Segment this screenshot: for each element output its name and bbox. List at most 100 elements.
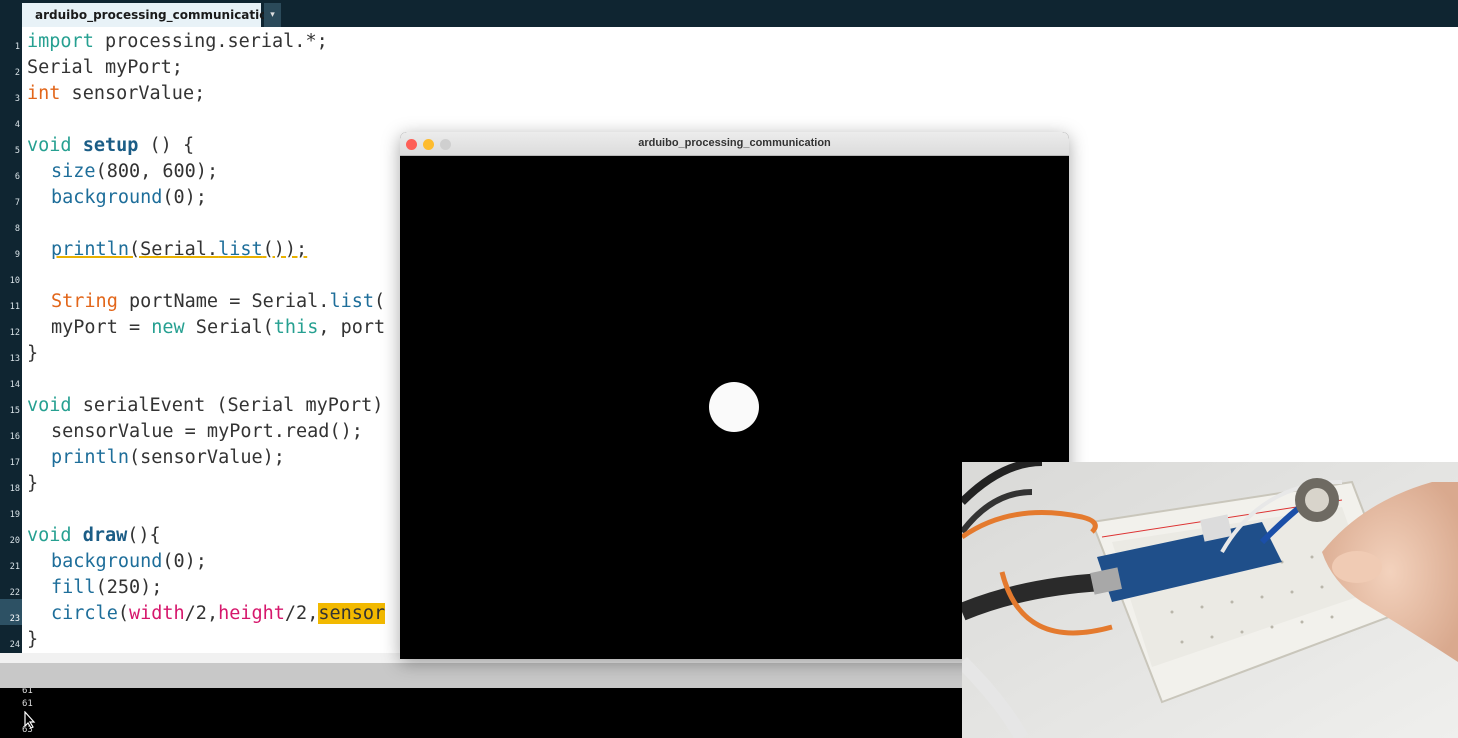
code-line: } xyxy=(27,341,38,367)
code-line: background(0); xyxy=(51,185,207,211)
line-number: 5 xyxy=(14,146,20,156)
line-number: 21 xyxy=(9,562,20,572)
line-number: 17 xyxy=(9,458,20,468)
code-token: /2, xyxy=(184,603,219,624)
code-token: myPort = xyxy=(51,317,152,338)
code-token: background xyxy=(51,551,163,572)
line-number: 13 xyxy=(9,354,20,364)
code-token: ( xyxy=(117,603,129,624)
line-number-current: 23 xyxy=(9,614,20,624)
code-token: , port xyxy=(318,317,386,338)
code-token: list xyxy=(329,291,375,312)
code-line: myPort = new Serial(this, port xyxy=(51,315,385,341)
code-line: } xyxy=(27,471,38,497)
code-token: ( xyxy=(374,291,386,312)
code-token: portName = Serial. xyxy=(117,291,330,312)
code-line: background(0); xyxy=(51,549,207,575)
code-token: background xyxy=(51,187,163,208)
line-number: 16 xyxy=(9,432,20,442)
code-token: sensorValue = myPort.read(); xyxy=(51,421,363,442)
camera-photo-arduino-breadboard xyxy=(962,462,1458,738)
code-line: import processing.serial.*; xyxy=(27,29,328,55)
code-line: void setup () { xyxy=(27,133,194,159)
line-number: 20 xyxy=(9,536,20,546)
code-line: int sensorValue; xyxy=(27,81,205,107)
code-token: (Serial. xyxy=(128,239,219,260)
line-number-gutter: 1 2 3 4 5 6 7 8 9 10 11 12 13 14 15 16 1… xyxy=(0,27,22,653)
line-number: 12 xyxy=(9,328,20,338)
line-number: 10 xyxy=(9,276,20,286)
code-token: () { xyxy=(138,135,195,156)
line-number: 15 xyxy=(9,406,20,416)
code-token: processing.serial.*; xyxy=(93,31,328,52)
code-token: height xyxy=(218,603,285,624)
code-token: void xyxy=(27,395,72,416)
code-line: Serial myPort; xyxy=(27,55,183,81)
code-token: draw xyxy=(82,525,128,546)
code-line-current: circle(width/2,height/2,sensor xyxy=(51,601,386,627)
sketch-window-title: arduibo_processing_communication xyxy=(638,137,831,149)
line-number: 11 xyxy=(9,302,20,312)
sketch-window-titlebar[interactable]: arduibo_processing_communication xyxy=(400,132,1069,156)
code-token: size xyxy=(51,161,96,182)
code-token: list xyxy=(218,239,263,260)
code-line: void serialEvent (Serial myPort) xyxy=(27,393,383,419)
code-token: (0); xyxy=(162,187,207,208)
console-line: 61 xyxy=(22,699,33,709)
tab-sketch[interactable]: arduibo_processing_communication xyxy=(22,3,276,27)
code-token: (250); xyxy=(95,577,163,598)
code-token: void xyxy=(27,525,72,546)
code-line: println(Serial.list()); xyxy=(51,237,307,263)
code-token: (0); xyxy=(162,551,207,572)
line-number: 22 xyxy=(9,588,20,598)
code-token: println xyxy=(51,239,129,260)
tab-bar: arduibo_processing_communication ▾ xyxy=(0,0,1458,27)
code-line: fill(250); xyxy=(51,575,162,601)
line-number: 18 xyxy=(9,484,20,494)
code-token: /2, xyxy=(284,603,319,624)
code-token: serialEvent (Serial myPort) xyxy=(71,395,384,416)
line-number: 7 xyxy=(14,198,20,208)
line-number: 14 xyxy=(9,380,20,390)
line-number: 3 xyxy=(14,94,20,104)
console-line: 61 xyxy=(22,688,33,696)
code-line: String portName = Serial.list( xyxy=(51,289,385,315)
code-token: int xyxy=(27,83,61,104)
code-token: width xyxy=(128,603,185,624)
mouse-pointer-icon xyxy=(24,711,36,729)
code-line: sensorValue = myPort.read(); xyxy=(51,419,363,445)
code-token: import xyxy=(27,31,94,52)
search-highlight: sensor xyxy=(318,603,386,624)
code-token: } xyxy=(27,629,39,650)
code-token: Serial myPort; xyxy=(27,57,183,78)
code-token: Serial( xyxy=(184,317,274,338)
code-token: (sensorValue); xyxy=(128,447,285,468)
code-token: (){ xyxy=(127,525,161,546)
code-token: String xyxy=(51,291,118,312)
line-number: 8 xyxy=(14,224,20,234)
code-token: println xyxy=(51,447,129,468)
code-token: sensorValue; xyxy=(60,83,206,104)
line-number: 4 xyxy=(14,120,20,130)
line-number: 19 xyxy=(9,510,20,520)
code-line: void draw(){ xyxy=(27,523,161,549)
code-token: } xyxy=(27,473,39,494)
code-token: ()); xyxy=(262,239,308,260)
code-token: setup xyxy=(82,135,139,156)
tab-menu-chevron-down-icon[interactable]: ▾ xyxy=(264,3,281,27)
line-number: 6 xyxy=(14,172,20,182)
code-line: } xyxy=(27,627,38,653)
code-token: fill xyxy=(51,577,96,598)
line-number: 1 xyxy=(14,42,20,52)
line-number: 24 xyxy=(9,640,20,650)
code-token: circle xyxy=(51,603,118,624)
code-line: println(sensorValue); xyxy=(51,445,285,471)
code-token: } xyxy=(27,343,39,364)
line-number: 2 xyxy=(14,68,20,78)
sensor-circle xyxy=(709,382,759,432)
code-token: (800, 600); xyxy=(95,161,219,182)
code-token: this xyxy=(273,317,319,338)
code-token: new xyxy=(151,317,185,338)
